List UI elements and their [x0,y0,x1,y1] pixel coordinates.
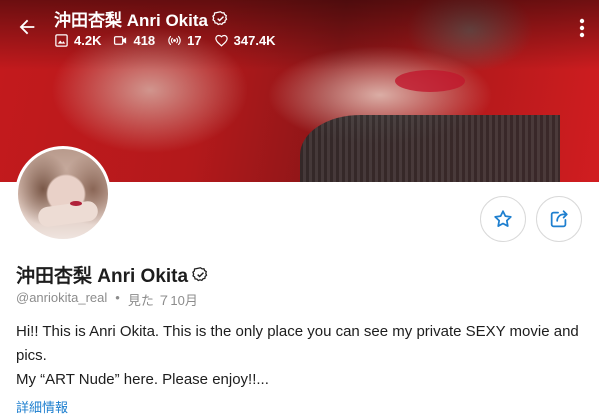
share-icon [550,210,568,228]
photos-stat[interactable]: 4.2K [54,33,101,48]
handle-row: @anriokita_real • 見た ７10月 [16,290,198,309]
profile-bio: Hi!! This is Anri Okita. This is the onl… [16,320,586,392]
image-icon [55,34,68,47]
separator-dot: • [115,290,120,305]
profile-handle: @anriokita_real [16,290,108,305]
header-title-row: 沖田杏梨 Anri Okita [54,6,229,31]
details-link[interactable]: 詳細情報 [16,397,68,416]
heart-icon [214,34,228,47]
header-stats: 4.2K 418 17 347.4K [54,33,276,48]
bio-line: My “ART Nude” here. Please enjoy!!... [16,371,269,388]
streams-stat[interactable]: 17 [167,33,202,48]
share-button[interactable] [536,196,582,242]
more-vertical-icon[interactable] [579,18,585,38]
likes-stat[interactable]: 347.4K [214,33,276,48]
top-bar: 沖田杏梨 Anri Okita 4.2K 418 17 347.4K [0,0,599,70]
likes-count: 347.4K [233,33,276,48]
videos-count: 418 [133,33,156,48]
streams-count: 17 [187,33,202,48]
avatar[interactable] [15,146,111,242]
broadcast-icon [168,35,181,46]
last-seen: 見た ７10月 [127,293,198,308]
profile-name-row: 沖田杏梨 Anri Okita [16,261,209,288]
verified-badge-icon [212,11,228,26]
verified-badge-icon [192,267,208,282]
photos-count: 4.2K [74,33,102,48]
star-icon [494,210,512,227]
profile-name: 沖田杏梨 Anri Okita [16,266,189,287]
videos-stat[interactable]: 418 [113,33,155,48]
video-icon [114,36,127,45]
favorite-button[interactable] [480,196,526,242]
back-arrow-icon[interactable] [16,16,38,38]
header-title: 沖田杏梨 Anri Okita [54,11,208,30]
bio-line: Hi!! This is Anri Okita. This is the onl… [16,323,579,364]
